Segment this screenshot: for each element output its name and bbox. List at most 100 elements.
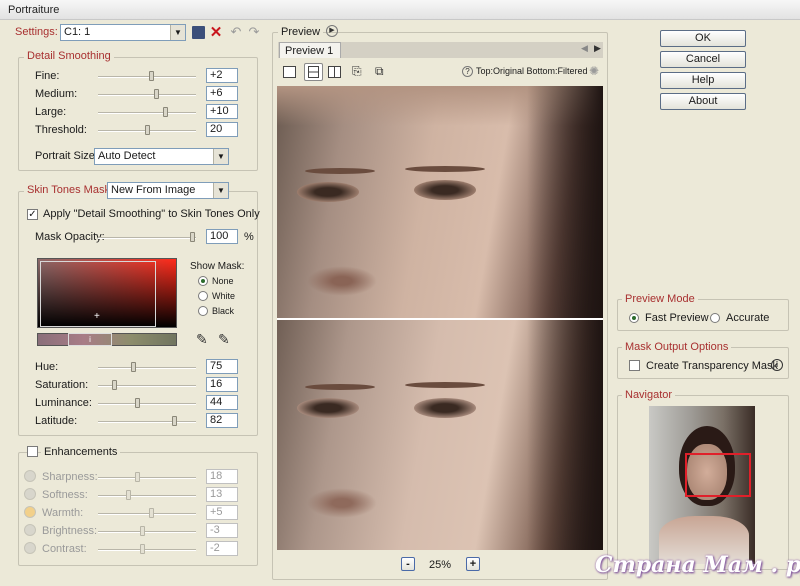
skin-latitude-input[interactable]: 82 bbox=[206, 413, 238, 428]
view-split-vertical-icon[interactable] bbox=[328, 66, 341, 78]
detail-large-thumb[interactable] bbox=[163, 107, 168, 117]
enh-warmth-slider bbox=[98, 513, 196, 515]
watermark: Страна Мам . ру bbox=[595, 552, 800, 578]
create-mask-checkbox[interactable] bbox=[629, 360, 640, 371]
detail-medium-input[interactable]: +6 bbox=[206, 86, 238, 101]
enh-sharpness-thumb bbox=[135, 472, 140, 482]
detail-medium-label: Medium: bbox=[35, 88, 78, 100]
chevron-down-icon: ▼ bbox=[170, 25, 185, 40]
enhancements-legend: Enhancements bbox=[41, 446, 121, 458]
enh-softness-slider bbox=[98, 495, 196, 497]
skin-saturation-input[interactable]: 16 bbox=[206, 377, 238, 392]
enh-softness-thumb bbox=[126, 490, 131, 500]
enh-warmth-input: +5 bbox=[206, 505, 238, 520]
skin-tones-legend: Skin Tones Mask: bbox=[24, 184, 117, 196]
hue-range-marker[interactable]: i bbox=[68, 333, 112, 346]
detail-large-input[interactable]: +10 bbox=[206, 104, 238, 119]
redo-icon[interactable]: ↷ bbox=[247, 24, 261, 40]
accurate-radio[interactable] bbox=[710, 313, 720, 323]
skin-saturation-thumb[interactable] bbox=[112, 380, 117, 390]
navigator-legend: Navigator bbox=[622, 389, 676, 401]
undo-icon[interactable]: ↶ bbox=[229, 24, 243, 40]
tab-prev-icon[interactable]: ◀ bbox=[581, 43, 588, 54]
ok-button[interactable]: OK bbox=[660, 30, 746, 47]
enhancements-checkbox[interactable] bbox=[27, 446, 38, 457]
enh-softness-label: Softness: bbox=[42, 489, 88, 501]
zoom-in-button[interactable]: + bbox=[466, 557, 480, 571]
skin-luminance-thumb[interactable] bbox=[135, 398, 140, 408]
skin-hue-input[interactable]: 75 bbox=[206, 359, 238, 374]
view-rotate-icon[interactable]: ⎘ bbox=[352, 64, 362, 79]
view-single-icon[interactable] bbox=[283, 66, 296, 78]
mask-opacity-input[interactable]: 100 bbox=[206, 229, 238, 244]
skin-hue-thumb[interactable] bbox=[131, 362, 136, 372]
preview-filtered-image[interactable] bbox=[277, 320, 603, 550]
skin-hue-slider[interactable] bbox=[98, 367, 196, 369]
portrait-size-select[interactable]: Auto Detect ▼ bbox=[94, 148, 229, 165]
skin-mask-source-select[interactable]: New From Image ▼ bbox=[107, 182, 229, 199]
detail-fine-slider[interactable] bbox=[98, 76, 196, 78]
cancel-button[interactable]: Cancel bbox=[660, 51, 746, 68]
settings-value: C1: 1 bbox=[64, 26, 91, 38]
view-split-horizontal-icon[interactable] bbox=[304, 63, 323, 81]
skin-mask-source-value: New From Image bbox=[111, 184, 196, 196]
detail-threshold-label: Threshold: bbox=[35, 124, 87, 136]
info-icon[interactable]: i bbox=[771, 359, 783, 371]
enh-brightness-slider bbox=[98, 531, 196, 533]
contrast-icon bbox=[24, 542, 36, 554]
enh-softness-input: 13 bbox=[206, 487, 238, 502]
preview-legend: Preview bbox=[278, 26, 324, 38]
preview-tab[interactable]: Preview 1 bbox=[279, 42, 341, 58]
settings-label: Settings: bbox=[15, 26, 58, 38]
show-mask-black-radio[interactable] bbox=[198, 306, 208, 316]
enh-contrast-thumb bbox=[140, 544, 145, 554]
show-mask-none-label: None bbox=[212, 276, 234, 286]
accurate-label: Accurate bbox=[726, 312, 770, 324]
skin-luminance-slider[interactable] bbox=[98, 403, 196, 405]
navigator-thumbnail[interactable] bbox=[649, 406, 755, 564]
eyedropper-icon[interactable]: ✎ bbox=[196, 331, 208, 348]
settings-select[interactable]: C1: 1 ▼ bbox=[60, 24, 186, 41]
zoom-out-button[interactable]: - bbox=[401, 557, 415, 571]
save-icon[interactable] bbox=[192, 26, 205, 39]
detail-threshold-input[interactable]: 20 bbox=[206, 122, 238, 137]
play-icon[interactable]: ▶ bbox=[326, 25, 338, 37]
enh-contrast-label: Contrast: bbox=[42, 543, 87, 555]
preview-original-image[interactable] bbox=[277, 86, 603, 318]
mask-output-legend: Mask Output Options bbox=[622, 341, 732, 353]
mask-opacity-slider[interactable] bbox=[98, 237, 196, 239]
help-button[interactable]: Help bbox=[660, 72, 746, 89]
eyedropper-plus-icon[interactable]: ✎ bbox=[218, 331, 230, 348]
detail-threshold-thumb[interactable] bbox=[145, 125, 150, 135]
tab-next-icon[interactable]: ▶ bbox=[594, 43, 601, 54]
skin-luminance-input[interactable]: 44 bbox=[206, 395, 238, 410]
about-button[interactable]: About bbox=[660, 93, 746, 110]
apply-skin-checkbox[interactable]: ✓ bbox=[27, 209, 38, 220]
navigator-viewport-rect[interactable] bbox=[685, 453, 751, 497]
help-circle-icon[interactable]: ? bbox=[462, 66, 473, 77]
fast-preview-label: Fast Preview bbox=[645, 312, 709, 324]
zoom-level: 25% bbox=[429, 559, 452, 571]
mask-opacity-unit: % bbox=[244, 231, 254, 243]
detail-large-slider[interactable] bbox=[98, 112, 196, 114]
fast-preview-radio[interactable] bbox=[629, 313, 639, 323]
skin-luminance-label: Luminance: bbox=[35, 397, 92, 409]
show-mask-white-radio[interactable] bbox=[198, 291, 208, 301]
delete-icon[interactable]: ✕ bbox=[209, 23, 223, 41]
detail-fine-thumb[interactable] bbox=[149, 71, 154, 81]
detail-medium-thumb[interactable] bbox=[154, 89, 159, 99]
show-mask-none-radio[interactable] bbox=[198, 276, 208, 286]
enh-warmth-thumb bbox=[149, 508, 154, 518]
detail-medium-slider[interactable] bbox=[98, 94, 196, 96]
enh-contrast-input: -2 bbox=[206, 541, 238, 556]
mask-opacity-thumb[interactable] bbox=[190, 232, 195, 242]
detail-fine-input[interactable]: +2 bbox=[206, 68, 238, 83]
portrait-size-label: Portrait Size: bbox=[35, 150, 98, 162]
view-compare-icon[interactable]: ⧉ bbox=[375, 64, 384, 79]
show-mask-white-label: White bbox=[212, 291, 236, 301]
detail-large-label: Large: bbox=[35, 106, 67, 118]
preview-mode-text: Top:Original Bottom:Filtered bbox=[476, 66, 588, 76]
skin-latitude-slider[interactable] bbox=[98, 421, 196, 423]
brightness-icon bbox=[24, 524, 36, 536]
skin-latitude-thumb[interactable] bbox=[172, 416, 177, 426]
